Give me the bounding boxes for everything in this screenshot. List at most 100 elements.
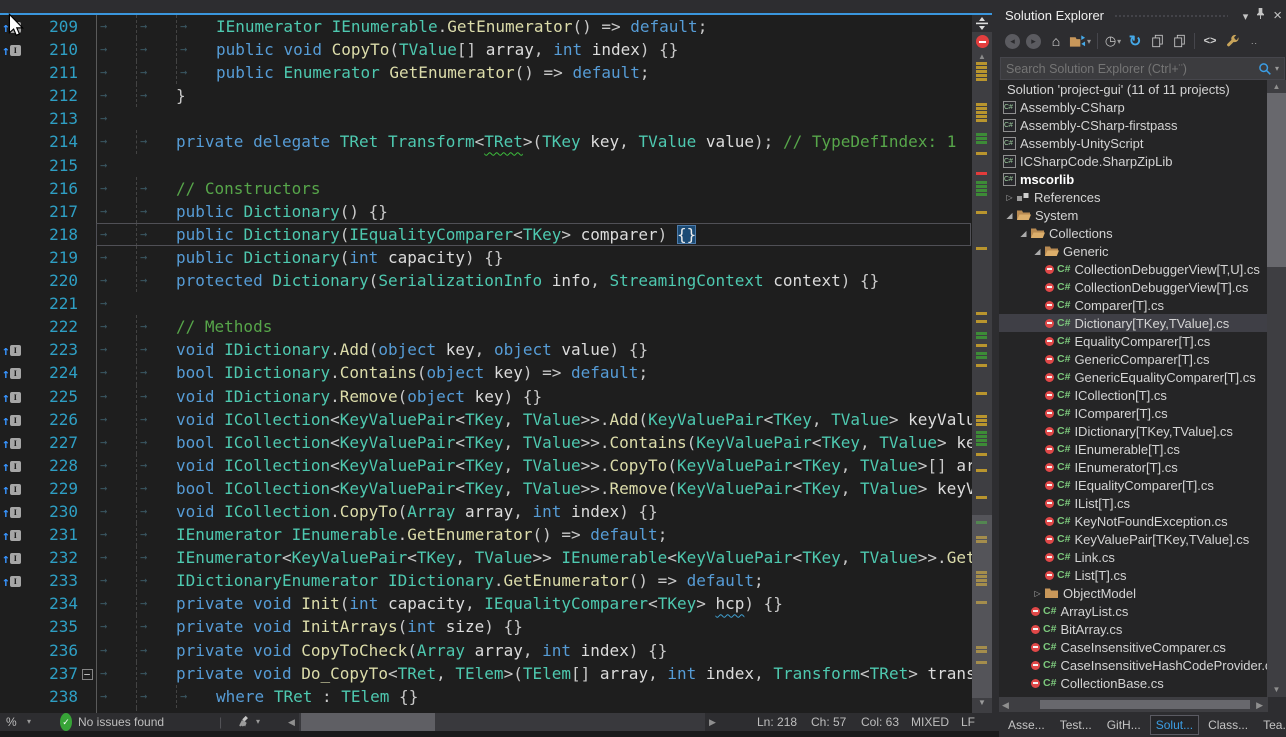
panel-tab-tea[interactable]: Tea... [1257,715,1286,735]
panel-tab-class[interactable]: Class... [1202,715,1254,735]
pin-icon[interactable] [1255,11,1266,23]
tree-item-arraylist-cs[interactable]: C#ArrayList.cs [999,602,1268,620]
tree-item-ienumerable-t-cs[interactable]: C#IEnumerable[T].cs [999,440,1268,458]
code-line-222[interactable]: 222→→// Methods [0,315,992,338]
expand-arrow-icon[interactable]: ▷ [1003,193,1016,202]
code-editor[interactable]: ↑I209→→→IEnumerator IEnumerable.GetEnume… [0,15,992,713]
code-line-236[interactable]: 236→→private void CopyToCheck(Array arra… [0,639,992,662]
implements-glyph-icon[interactable]: ↑I [0,361,28,386]
tree-item-equalitycomparer-t-cs[interactable]: C#EqualityComparer[T].cs [999,332,1268,350]
tree-item-caseinsensitivecomparer-cs[interactable]: C#CaseInsensitiveComparer.cs [999,638,1268,656]
tree-scroll-down-icon[interactable]: ▼ [1267,685,1286,694]
implements-glyph-icon[interactable]: ↑I [0,454,28,479]
panel-tab-asse[interactable]: Asse... [1002,715,1051,735]
tree-item-keynotfoundexception-cs[interactable]: C#KeyNotFoundException.cs [999,512,1268,530]
panel-tab-gith[interactable]: GitH... [1101,715,1147,735]
view-code-icon[interactable]: <> [1201,32,1219,50]
tree-scrollbar-thumb[interactable] [1267,93,1286,267]
implements-glyph-icon[interactable]: ↑I [0,569,28,594]
tree-vertical-scrollbar[interactable]: ▲ ▼ [1267,80,1286,697]
tree-item-mscorlib[interactable]: C#mscorlib [999,170,1268,188]
code-line-227[interactable]: ↑I227→→bool ICollection<KeyValuePair<TKe… [0,431,992,454]
tree-item-link-cs[interactable]: C#Link.cs [999,548,1268,566]
code-line-217[interactable]: 217→→public Dictionary() {} [0,200,992,223]
zoom-dropdown-icon[interactable]: ▾ [27,713,31,731]
tree-item-ienumerator-t-cs[interactable]: C#IEnumerator[T].cs [999,458,1268,476]
tree-item-caseinsensitivehashcodeprovider-cs[interactable]: C#CaseInsensitiveHashCodeProvider.cs [999,656,1268,674]
tree-item-genericequalitycomparer-t-cs[interactable]: C#GenericEqualityComparer[T].cs [999,368,1268,386]
code-line-223[interactable]: ↑I223→→void IDictionary.Add(object key, … [0,338,992,361]
overflow-icon[interactable]: ‥ [1245,32,1263,50]
tree-hscroll-left-icon[interactable]: ◀ [1002,700,1009,711]
tree-item-references[interactable]: ▷References [999,188,1268,206]
code-line-231[interactable]: ↑I231→→IEnumerator IEnumerable.GetEnumer… [0,523,992,546]
tree-item-objectmodel[interactable]: ▷ObjectModel [999,584,1268,602]
code-line-219[interactable]: 219→→public Dictionary(int capacity) {} [0,246,992,269]
implements-glyph-icon[interactable]: ↑I [0,15,28,40]
implements-glyph-icon[interactable]: ↑I [0,523,28,548]
implements-glyph-icon[interactable]: ↑I [0,500,28,525]
broom-dropdown-icon[interactable]: ▾ [256,713,260,731]
implements-glyph-icon[interactable]: ↑I [0,408,28,433]
tree-item-collectiondebuggerview-t-u-cs[interactable]: C#CollectionDebuggerView[T,U].cs [999,260,1268,278]
code-line-234[interactable]: 234→→private void Init(int capacity, IEq… [0,592,992,615]
implements-glyph-icon[interactable]: ↑I [0,38,28,63]
code-line-230[interactable]: ↑I230→→void ICollection.CopyTo(Array arr… [0,500,992,523]
search-icon[interactable] [1256,62,1274,76]
close-icon[interactable]: × [1273,7,1282,24]
panel-tab-solut[interactable]: Solut... [1150,715,1199,735]
tree-item-comparer-t-cs[interactable]: C#Comparer[T].cs [999,296,1268,314]
tree-item-collections[interactable]: ◢Collections [999,224,1268,242]
code-line-221[interactable]: 221→ [0,292,992,315]
code-line-232[interactable]: ↑I232→→IEnumerator<KeyValuePair<TKey, TV… [0,546,992,569]
properties-icon[interactable] [1223,32,1241,50]
back-icon[interactable]: ◂ [1005,34,1020,49]
code-line-228[interactable]: ↑I228→→void ICollection<KeyValuePair<TKe… [0,454,992,477]
search-dropdown-icon[interactable]: ▾ [1274,64,1284,73]
forward-icon[interactable]: ▸ [1026,34,1041,49]
window-position-icon[interactable]: ▾ [1243,11,1249,23]
tree-item-genericcomparer-t-cs[interactable]: C#GenericComparer[T].cs [999,350,1268,368]
tree-hscroll-right-icon[interactable]: ▶ [1256,700,1263,711]
implements-glyph-icon[interactable]: ↑I [0,431,28,456]
pending-changes-filter-icon[interactable]: ◷▾ [1104,32,1122,50]
refresh-icon[interactable]: ↻ [1126,32,1144,50]
switch-views-icon[interactable]: ▾ [1069,32,1091,50]
editor-vertical-scrollbar[interactable]: ▲ ▼ [972,15,992,713]
editor-hscrollbar-thumb[interactable] [301,713,435,731]
tree-item-collectionbase-cs[interactable]: C#CollectionBase.cs [999,674,1268,692]
panel-drag-grip[interactable] [1114,14,1228,19]
issues-status[interactable]: No issues found [78,713,164,731]
collapse-arrow-icon[interactable]: ◢ [1003,211,1016,220]
tree-item-bitarray-cs[interactable]: C#BitArray.cs [999,620,1268,638]
tree-item-icsharpcode-sharpziplib[interactable]: C#ICSharpCode.SharpZipLib [999,152,1268,170]
tree-item-idictionary-tkey-tvalue-cs[interactable]: C#IDictionary[TKey,TValue].cs [999,422,1268,440]
search-input[interactable] [1001,62,1256,76]
code-line-213[interactable]: 213→ [0,107,992,130]
tree-item-icollection-t-cs[interactable]: C#ICollection[T].cs [999,386,1268,404]
panel-splitter[interactable] [992,0,999,737]
tree-scroll-up-icon[interactable]: ▲ [1267,82,1286,91]
code-line-235[interactable]: 235→→private void InitArrays(int size) {… [0,615,992,638]
scroll-down-arrow-icon[interactable]: ▼ [972,698,992,707]
collapse-arrow-icon[interactable]: ◢ [1031,247,1044,256]
tree-item-assembly-csharp-firstpass[interactable]: C#Assembly-CSharp-firstpass [999,116,1268,134]
code-line-233[interactable]: ↑I233→→IDictionaryEnumerator IDictionary… [0,569,992,592]
implements-glyph-icon[interactable]: ↑I [0,338,28,363]
collapse-arrow-icon[interactable]: ◢ [1017,229,1030,238]
code-line-229[interactable]: ↑I229→→bool ICollection<KeyValuePair<TKe… [0,477,992,500]
show-all-files-icon[interactable] [1170,32,1188,50]
collapse-all-icon[interactable] [1148,32,1166,50]
tree-item-assembly-csharp[interactable]: C#Assembly-CSharp [999,98,1268,116]
implements-glyph-icon[interactable]: ↑I [0,546,28,571]
tree-item-system[interactable]: ◢System [999,206,1268,224]
tree-horizontal-scrollbar[interactable]: ◀ ▶ [999,697,1268,712]
editor-scrollbar-thumb[interactable] [972,515,992,698]
home-icon[interactable]: ⌂ [1047,32,1065,50]
tree-item-assembly-unityscript[interactable]: C#Assembly-UnityScript [999,134,1268,152]
tree-item-keyvaluepair-tkey-tvalue-cs[interactable]: C#KeyValuePair[TKey,TValue].cs [999,530,1268,548]
code-line-209[interactable]: ↑I209→→→IEnumerator IEnumerable.GetEnume… [0,15,992,38]
tree-item-ilist-t-cs[interactable]: C#IList[T].cs [999,494,1268,512]
tree-hscrollbar-thumb[interactable] [1040,700,1250,709]
code-line-212[interactable]: 212→→} [0,84,992,107]
